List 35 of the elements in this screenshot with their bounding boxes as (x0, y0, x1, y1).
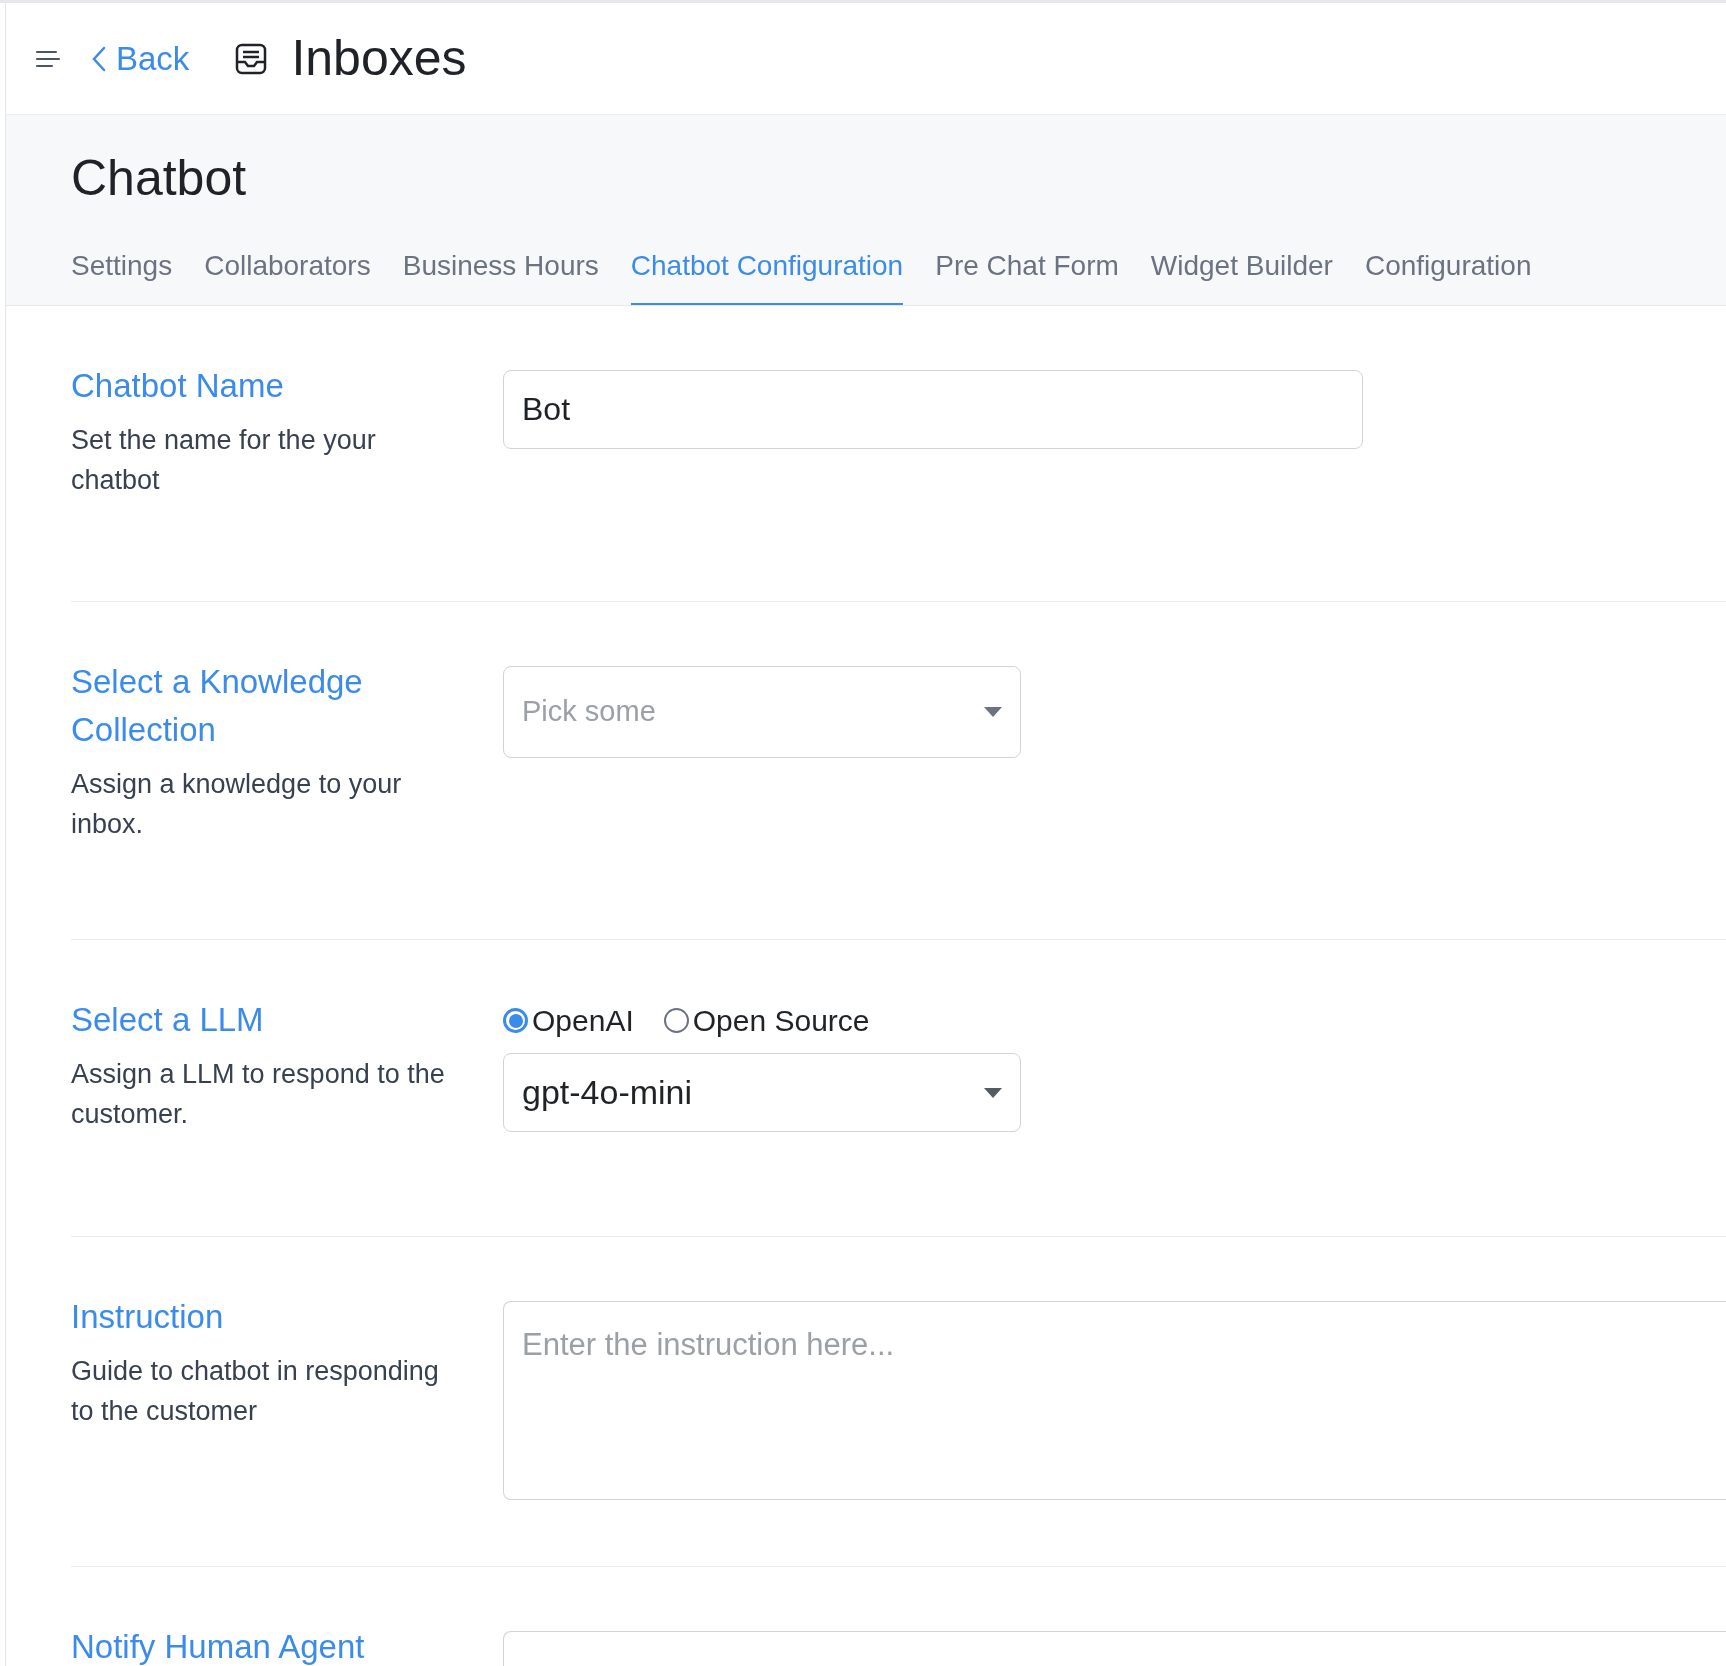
knowledge-select[interactable]: Pick some (503, 666, 1021, 758)
back-link[interactable]: Back (92, 33, 190, 84)
model-select[interactable]: gpt-4o-mini (503, 1053, 1021, 1132)
setting-title: Select a LLM (71, 1000, 265, 1040)
radio-option[interactable]: Open Source (663, 998, 870, 1043)
setting-description: Assign a knowledge to your inbox. (71, 768, 403, 841)
tab[interactable]: Widget Builder (1150, 245, 1333, 305)
setting-title: Select a Knowledge Collection (71, 662, 364, 750)
instruction-text-area[interactable]: Enter the instruction here... (503, 1301, 1726, 1500)
radio-button[interactable] (663, 1008, 689, 1033)
tab[interactable]: Chatbot Configuration (630, 245, 904, 305)
text-area-placeholder: Enter the instruction here... (522, 1327, 895, 1362)
select-placeholder: Pick some (522, 694, 656, 730)
chevron-left-icon (92, 45, 106, 72)
inbox-icon (235, 42, 268, 75)
caret-icon (984, 707, 1002, 717)
tab[interactable]: Settings (71, 245, 173, 305)
setting-description: Set the name for the your chatbot (71, 424, 377, 497)
section-title: Chatbot (71, 149, 248, 203)
tab[interactable]: Collaborators (204, 245, 371, 305)
menu-icon[interactable] (36, 49, 60, 68)
tab[interactable]: Configuration (1364, 245, 1532, 305)
radio-button[interactable] (503, 1008, 528, 1033)
setting-description: Guide to chatbot in responding to the customer (71, 1355, 440, 1428)
select-value: gpt-4o-mini (522, 1072, 693, 1113)
page-header-title: Inboxes (291, 29, 467, 88)
name-input-field[interactable]: Bot (503, 370, 1363, 449)
tab[interactable]: Pre Chat Form (935, 245, 1119, 305)
setting-title: Instruction (71, 1297, 225, 1337)
caret-icon (984, 1087, 1002, 1098)
setting-description: Assign a LLM to respond to the customer. (71, 1058, 446, 1131)
tab[interactable]: Business Hours (402, 245, 599, 305)
setting-title: Notify Human Agent (71, 1627, 366, 1666)
setting-title: Chatbot Name (71, 366, 285, 406)
radio-option[interactable]: OpenAI (503, 998, 634, 1043)
